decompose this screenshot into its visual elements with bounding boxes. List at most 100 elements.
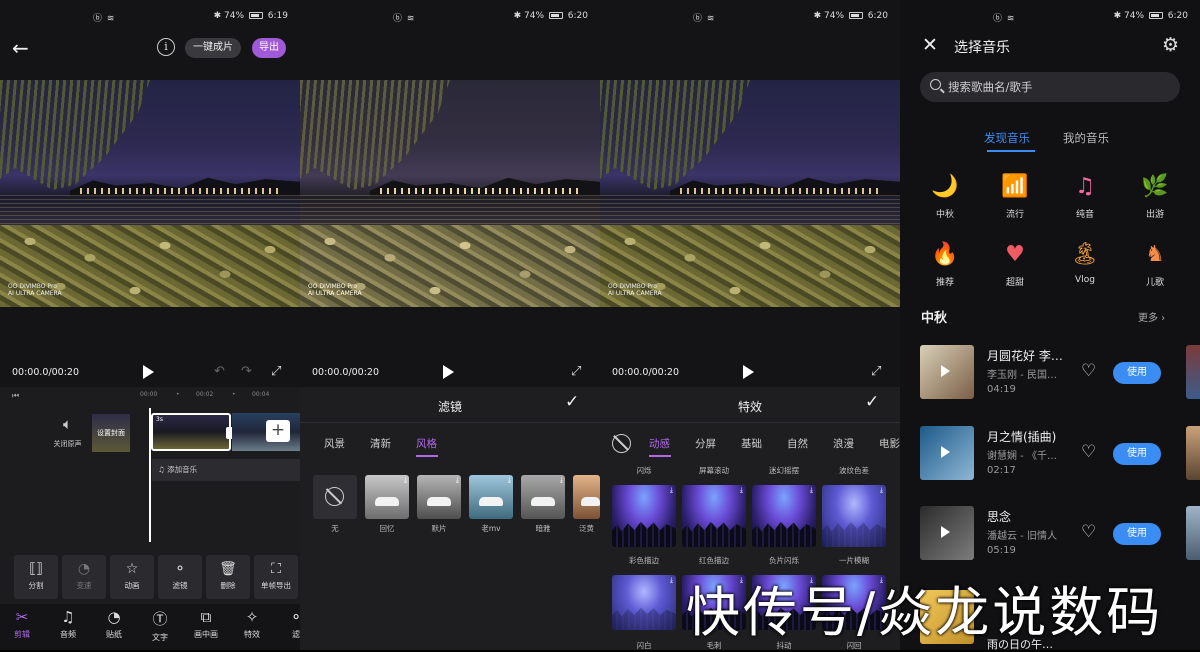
search-bar[interactable] xyxy=(920,72,1180,102)
status-time: 6:19 xyxy=(267,11,288,21)
fullscreen-icon[interactable]: ⤢ xyxy=(271,364,281,379)
song-row[interactable]: 月圆花好 李… 李玉刚 - 民国… 04:19 ♡ 使用 xyxy=(920,345,1200,405)
nav-sticker[interactable]: ◔ 贴纸 xyxy=(94,608,134,640)
search-input[interactable] xyxy=(948,78,1168,96)
nav-audio[interactable]: ♫ 音频 xyxy=(48,608,88,640)
filter-silent[interactable]: ⤓ xyxy=(417,475,461,519)
undo-icon[interactable]: ↶ xyxy=(214,364,225,379)
delete-button[interactable]: 🗑 删除 xyxy=(206,555,250,599)
tab-landscape[interactable]: 风景 xyxy=(324,436,345,451)
speaker-icon: 🔈︎ xyxy=(62,415,72,433)
tab-romance[interactable]: 浪漫 xyxy=(833,436,854,451)
effect-negative-flash[interactable]: ⤓ xyxy=(752,485,816,547)
nav-text[interactable]: Ⓣ 文字 xyxy=(140,608,180,643)
redo-icon[interactable]: ↷ xyxy=(241,364,252,379)
effect-label: 负片闪烁 xyxy=(769,556,799,565)
one-click-button[interactable]: 一键成片 xyxy=(185,38,241,58)
tab-basic[interactable]: 基础 xyxy=(741,436,762,451)
effect-label: 迷幻摇摆 xyxy=(769,466,799,475)
effect-color-outline[interactable]: ⤓ xyxy=(612,485,676,547)
download-icon: ⤓ xyxy=(879,486,883,494)
tab-style[interactable]: 风格 xyxy=(416,436,437,451)
video-clip-selected[interactable]: 3s xyxy=(151,413,231,451)
nav-filter[interactable]: ⚬ 滤 xyxy=(276,608,300,640)
fullscreen-icon[interactable]: ⤢ xyxy=(871,364,881,379)
export-button[interactable]: 导出 xyxy=(252,38,286,58)
effect-red-outline[interactable]: ⤓ xyxy=(682,485,746,547)
playhead[interactable] xyxy=(149,408,151,542)
divider xyxy=(300,422,600,423)
song-duration: 02:17 xyxy=(987,465,1016,476)
effect-white-flash[interactable]: ⤓ xyxy=(612,575,676,630)
download-icon: ⤓ xyxy=(669,576,673,584)
close-icon[interactable]: ✕ xyxy=(922,34,938,56)
download-icon: ⤓ xyxy=(559,476,563,484)
play-icon[interactable] xyxy=(143,365,154,379)
play-icon[interactable] xyxy=(443,365,454,379)
filter-none-button[interactable] xyxy=(313,475,357,519)
gear-icon[interactable]: ⚙ xyxy=(1162,34,1179,56)
split-button[interactable]: ⟦⟧ 分割 xyxy=(14,555,58,599)
category-instrumental[interactable]: ♫ 纯音 xyxy=(1060,172,1110,220)
nav-pip[interactable]: ⧉ 画中画 xyxy=(186,608,226,640)
filter-memory[interactable]: ⤓ xyxy=(365,475,409,519)
animation-button[interactable]: ☆ 动画 xyxy=(110,555,154,599)
song-row[interactable]: 月之情(插曲) 谢慧娴 - 《千… 02:17 ♡ 使用 xyxy=(920,426,1200,486)
category-mid-autumn[interactable]: 🌙 中秋 xyxy=(920,172,970,220)
use-button[interactable]: 使用 xyxy=(1113,362,1161,384)
category-sweet[interactable]: ♥ 超甜 xyxy=(990,240,1040,288)
more-link[interactable]: 更多 › xyxy=(1138,309,1165,324)
song-cover xyxy=(1186,345,1200,399)
effect-blur[interactable]: ⤓ xyxy=(822,485,886,547)
tab-dynamic[interactable]: 动感 xyxy=(649,436,670,451)
heart-icon[interactable]: ♡ xyxy=(1081,361,1096,381)
animation-icon: ☆ xyxy=(125,561,139,577)
filter-yellowed[interactable] xyxy=(573,475,600,519)
category-pop[interactable]: 📶 流行 xyxy=(990,172,1040,220)
category-vlog[interactable]: 🏝 Vlog xyxy=(1060,240,1110,285)
filter-label: 老mv xyxy=(481,524,501,533)
heart-icon[interactable]: ♡ xyxy=(1081,522,1096,542)
bottom-nav: ✂ 剪辑 ♫ 音频 ◔ 贴纸 Ⓣ 文字 ⧉ 画中画 ✧ 特效 ⚬ 滤 xyxy=(0,604,300,650)
status-right: ✱ 74% 6:20 xyxy=(513,11,588,21)
play-icon[interactable] xyxy=(743,365,754,379)
status-left-icons: ⓑ ≋ xyxy=(393,14,416,24)
tab-fresh[interactable]: 清新 xyxy=(370,436,391,451)
nav-edit[interactable]: ✂ 剪辑 xyxy=(2,608,42,640)
category-travel[interactable]: 🌿 出游 xyxy=(1130,172,1180,220)
category-kids[interactable]: ♞ 儿歌 xyxy=(1130,240,1180,288)
speed-button[interactable]: ◔ 变速 xyxy=(62,555,106,599)
frame-export-button[interactable]: ⛶ 单帧导出 xyxy=(254,555,298,599)
tab-my-music[interactable]: 我的音乐 xyxy=(1063,130,1109,146)
category-recommend[interactable]: 🔥 推荐 xyxy=(920,240,970,288)
filter-button[interactable]: ⚬ 滤镜 xyxy=(158,555,202,599)
time-ruler: ⏮ 00:00 • 00:02 • 00:04 xyxy=(12,391,270,400)
use-button[interactable]: 使用 xyxy=(1113,523,1161,545)
add-music-track[interactable]: ♫ 添加音乐 xyxy=(152,459,300,481)
filter-old-mv[interactable]: ⤓ xyxy=(469,475,513,519)
song-cover[interactable] xyxy=(920,345,974,399)
set-cover-button[interactable]: 设置封面 xyxy=(92,414,130,452)
effects-icon: ✧ xyxy=(245,608,259,626)
scissors-icon: ✂ xyxy=(15,608,29,626)
use-button[interactable]: 使用 xyxy=(1113,443,1161,465)
tab-movie[interactable]: 电影 xyxy=(879,436,900,451)
tab-discover-music[interactable]: 发现音乐 xyxy=(984,130,1030,146)
filter-tabs: 风景 清新 风格 xyxy=(300,436,600,456)
tab-nature[interactable]: 自然 xyxy=(787,436,808,451)
nav-effects[interactable]: ✧ 特效 xyxy=(232,608,272,640)
video-preview: OO DIVIMBO Pro AI ULTRA CAMERA xyxy=(300,80,600,307)
song-cover[interactable] xyxy=(920,426,974,480)
battery-icon xyxy=(548,12,563,19)
song-name: 思念 xyxy=(987,510,1012,524)
back-arrow-icon[interactable]: ← xyxy=(12,36,29,60)
song-row[interactable]: 思念 潘越云 - 旧情人 05:19 ♡ 使用 xyxy=(920,506,1200,566)
song-cover[interactable] xyxy=(920,506,974,560)
filter-elegant[interactable]: ⤓ xyxy=(521,475,565,519)
heart-icon[interactable]: ♡ xyxy=(1081,442,1096,462)
mute-original-button[interactable]: 🔈︎ 关闭原声 xyxy=(45,415,90,449)
tab-split-screen[interactable]: 分屏 xyxy=(695,436,716,451)
add-clip-button[interactable]: + xyxy=(266,420,290,442)
fullscreen-icon[interactable]: ⤢ xyxy=(571,364,581,379)
info-icon[interactable]: i xyxy=(157,38,175,56)
